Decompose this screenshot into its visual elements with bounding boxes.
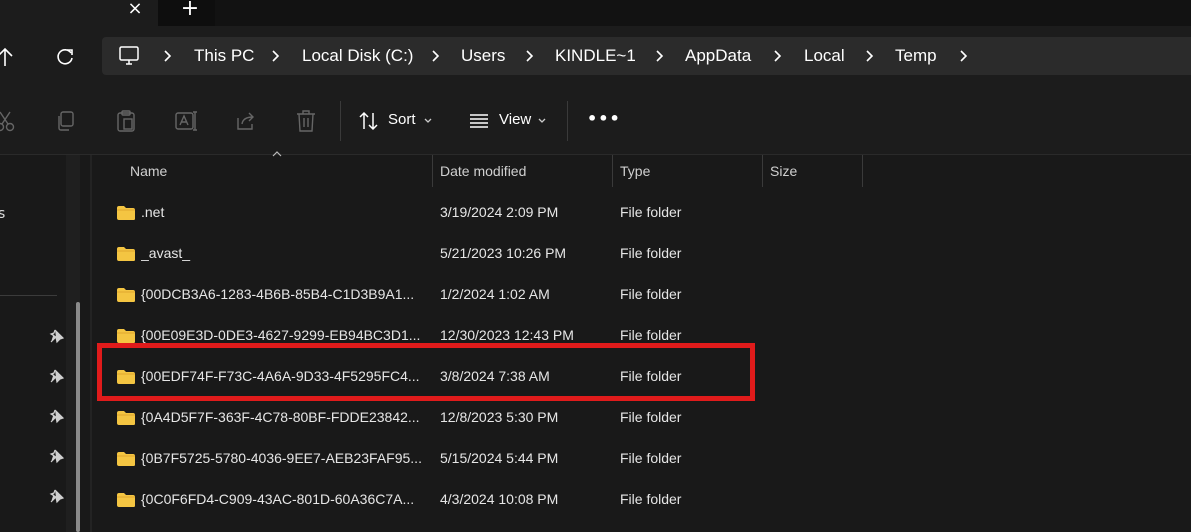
- chevron-right-icon[interactable]: [162, 49, 172, 63]
- pin-icon[interactable]: [49, 408, 65, 424]
- new-tab-icon[interactable]: +: [178, 0, 202, 20]
- file-row[interactable]: .net 3/19/2024 2:09 PM File folder: [100, 193, 1191, 233]
- file-type: File folder: [620, 409, 682, 425]
- chevron-right-icon[interactable]: [270, 49, 280, 63]
- chevron-down-icon[interactable]: [423, 117, 433, 125]
- breadcrumb-appdata[interactable]: AppData: [685, 46, 751, 66]
- nav-scrollbar-thumb[interactable]: [76, 302, 80, 532]
- file-row[interactable]: {0A4D5F7F-363F-4C78-80BF-FDDE23842... 12…: [100, 398, 1191, 438]
- folder-icon: [117, 288, 135, 302]
- file-date: 5/15/2024 5:44 PM: [440, 450, 559, 466]
- folder-icon: [117, 247, 135, 261]
- file-name: {0C0F6FD4-C909-43AC-801D-60A36C7A...: [141, 491, 415, 507]
- breadcrumb-this-pc[interactable]: This PC: [194, 46, 254, 66]
- paste-icon[interactable]: [113, 108, 139, 134]
- pin-icon[interactable]: [49, 368, 65, 384]
- file-date: 12/30/2023 12:43 PM: [440, 327, 574, 343]
- folder-icon: [117, 329, 135, 343]
- chevron-right-icon[interactable]: [958, 49, 968, 63]
- sort-icon[interactable]: [357, 109, 381, 133]
- column-divider[interactable]: [762, 155, 763, 187]
- sort-ascending-icon: [272, 151, 282, 157]
- file-row[interactable]: _avast_ 5/21/2023 10:26 PM File folder: [100, 234, 1191, 274]
- folder-icon: [117, 493, 135, 507]
- file-row[interactable]: {0C0F6FD4-C909-43AC-801D-60A36C7A... 4/3…: [100, 480, 1191, 520]
- toolbar-separator: [340, 101, 341, 141]
- highlight-box: [97, 343, 755, 401]
- file-name: {00E09E3D-0DE3-4627-9299-EB94BC3D1...: [141, 327, 421, 343]
- chevron-right-icon[interactable]: [524, 49, 534, 63]
- file-type: File folder: [620, 286, 682, 302]
- pane-splitter[interactable]: [90, 155, 92, 532]
- file-date: 1/2/2024 1:02 AM: [440, 286, 550, 302]
- folder-icon: [117, 452, 135, 466]
- address-bar[interactable]: [102, 37, 1191, 75]
- up-arrow-icon[interactable]: [0, 44, 18, 70]
- chevron-right-icon[interactable]: [654, 49, 664, 63]
- file-name: .net: [141, 204, 165, 220]
- sort-label[interactable]: Sort: [388, 111, 416, 128]
- refresh-icon[interactable]: [52, 44, 78, 70]
- close-tab-icon[interactable]: ×: [124, 0, 146, 20]
- view-label[interactable]: View: [499, 111, 531, 128]
- breadcrumb-temp[interactable]: Temp: [895, 46, 937, 66]
- file-date: 5/21/2023 10:26 PM: [440, 245, 567, 261]
- file-type: File folder: [620, 245, 682, 261]
- cut-icon[interactable]: [0, 108, 18, 134]
- breadcrumb-users[interactable]: Users: [461, 46, 505, 66]
- file-name: {0B7F5725-5780-4036-9EE7-AEB23FAF95...: [141, 450, 422, 466]
- file-type: File folder: [620, 327, 682, 343]
- share-icon[interactable]: [233, 108, 259, 134]
- column-header-name[interactable]: Name: [130, 163, 167, 183]
- pin-icon[interactable]: [49, 448, 65, 464]
- file-row[interactable]: {0B7F5725-5780-4036-9EE7-AEB23FAF95... 5…: [100, 439, 1191, 479]
- toolbar-separator: [567, 101, 568, 141]
- copy-icon[interactable]: [53, 108, 79, 134]
- this-pc-icon: [119, 46, 139, 65]
- breadcrumb-kindle[interactable]: KINDLE~1: [555, 46, 636, 66]
- column-divider[interactable]: [432, 155, 433, 187]
- file-name: _avast_: [141, 245, 191, 261]
- rename-icon[interactable]: [173, 108, 199, 134]
- breadcrumb-local[interactable]: Local: [804, 46, 845, 66]
- nav-item-label[interactable]: s: [0, 206, 5, 222]
- delete-icon[interactable]: [293, 108, 319, 134]
- view-icon[interactable]: [467, 110, 491, 132]
- chevron-right-icon[interactable]: [772, 49, 782, 63]
- column-header-type[interactable]: Type: [620, 163, 650, 183]
- file-date: 3/19/2024 2:09 PM: [440, 204, 559, 220]
- folder-icon: [117, 411, 135, 425]
- pin-icon[interactable]: [49, 328, 65, 344]
- column-header-size[interactable]: Size: [770, 163, 797, 183]
- file-type: File folder: [620, 204, 682, 220]
- file-type: File folder: [620, 491, 682, 507]
- tab-bar-empty-area: [215, 0, 1191, 26]
- file-name: {0A4D5F7F-363F-4C78-80BF-FDDE23842...: [141, 409, 420, 425]
- column-header-date[interactable]: Date modified: [440, 163, 526, 183]
- file-name: {00DCB3A6-1283-4B6B-85B4-C1D3B9A1...: [141, 286, 415, 302]
- more-options-button[interactable]: •••: [587, 109, 621, 128]
- file-date: 4/3/2024 10:08 PM: [440, 491, 559, 507]
- file-type: File folder: [620, 450, 682, 466]
- chevron-right-icon[interactable]: [864, 49, 874, 63]
- file-date: 12/8/2023 5:30 PM: [440, 409, 559, 425]
- chevron-down-icon[interactable]: [537, 117, 547, 125]
- folder-icon: [117, 206, 135, 220]
- pin-icon[interactable]: [49, 488, 65, 504]
- column-divider[interactable]: [612, 155, 613, 187]
- chevron-right-icon[interactable]: [430, 49, 440, 63]
- nav-divider: [0, 295, 57, 296]
- breadcrumb-local-disk[interactable]: Local Disk (C:): [302, 46, 413, 66]
- file-row[interactable]: {00DCB3A6-1283-4B6B-85B4-C1D3B9A1... 1/2…: [100, 275, 1191, 315]
- column-divider[interactable]: [862, 155, 863, 187]
